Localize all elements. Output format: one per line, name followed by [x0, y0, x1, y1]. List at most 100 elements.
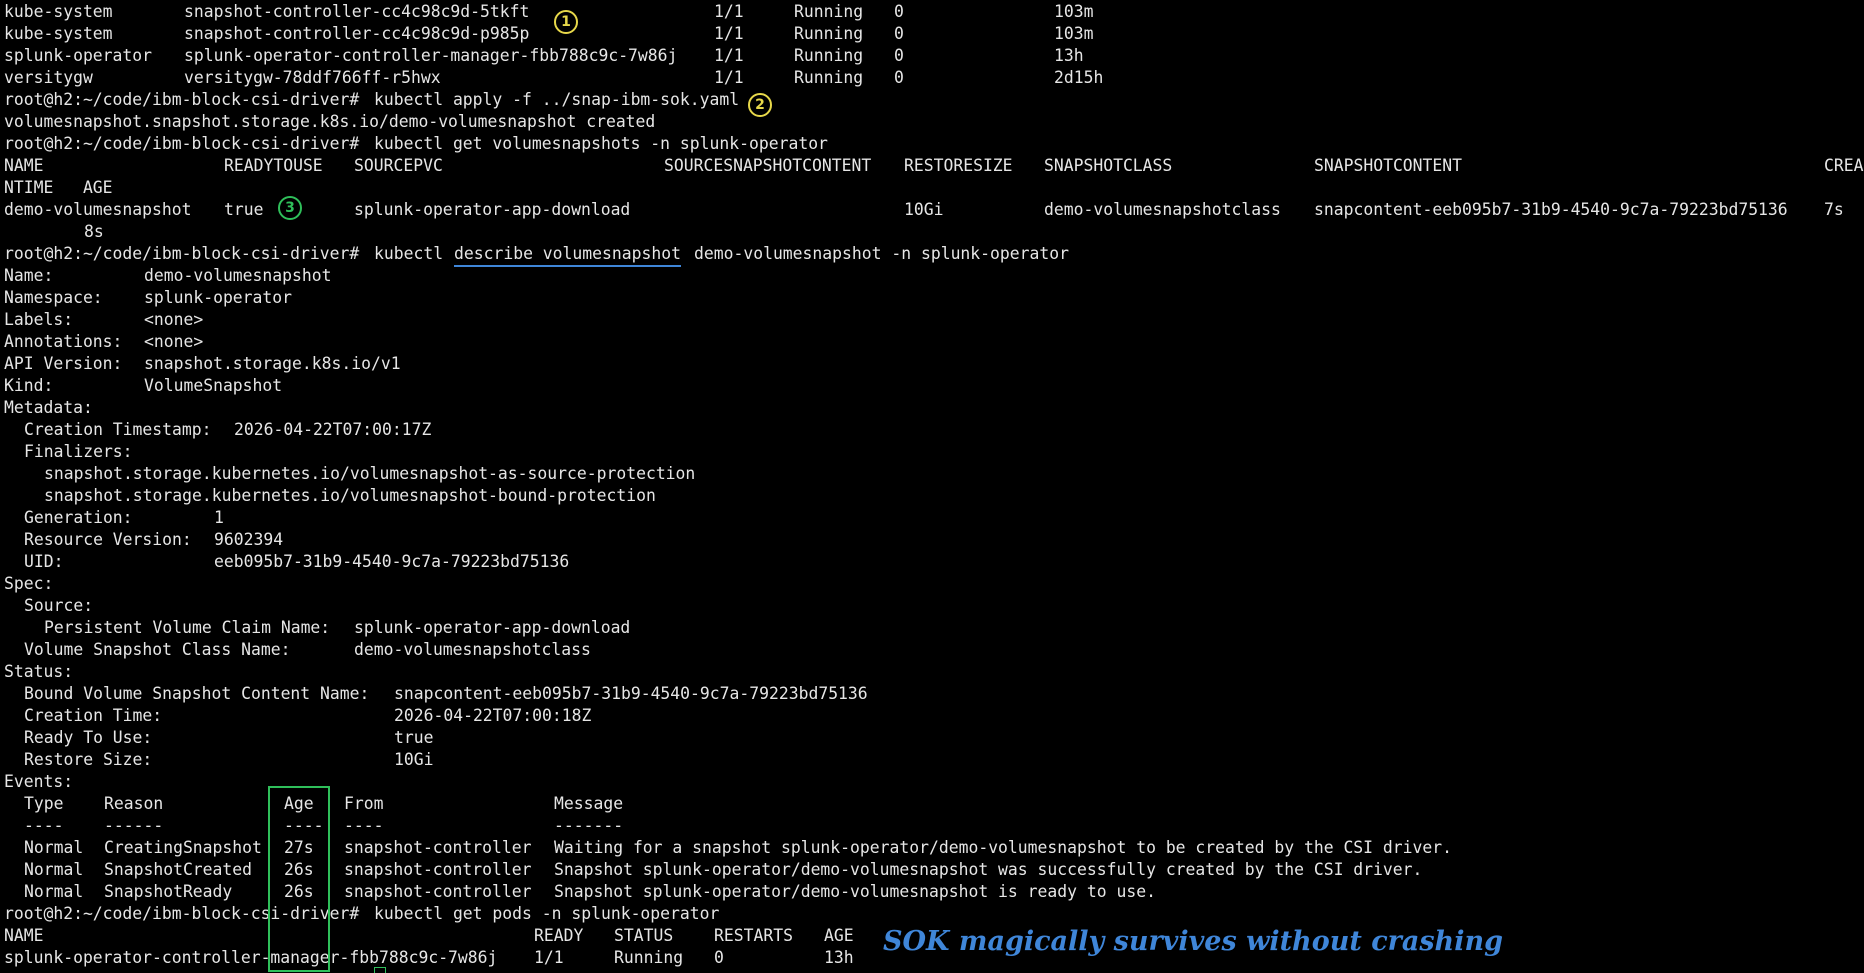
pod-name: versitygw-78ddf766ff-r5hwx	[184, 68, 441, 87]
describe-line: Status:	[4, 661, 1864, 683]
describe-key: Creation Time:	[24, 706, 163, 725]
describe-value: 2026-04-22T07:00:17Z	[234, 420, 432, 439]
pod-name: splunk-operator-controller-manager-fbb78…	[184, 46, 678, 65]
pod-namespace: kube-system	[4, 2, 113, 21]
pod-name: snapshot-controller-cc4c98c9d-5tkft	[184, 2, 530, 21]
pod-ready: 1/1	[714, 2, 744, 21]
describe-key: Finalizers:	[24, 442, 133, 461]
describe-key: Labels:	[4, 310, 74, 329]
shell-prompt: root@h2:~/code/ibm-block-csi-driver#	[4, 134, 360, 153]
describe-key: Metadata:	[4, 398, 93, 417]
describe-key: snapshot.storage.kubernetes.io/volumesna…	[44, 464, 696, 483]
event-message: Snapshot splunk-operator/demo-volumesnap…	[554, 882, 1156, 901]
describe-value: 10Gi	[394, 750, 434, 769]
command-text: kubectl apply -f ../snap-ibm-sok.yaml	[374, 90, 740, 109]
describe-key: UID:	[24, 552, 64, 571]
snapshot-class: demo-volumesnapshotclass	[1044, 200, 1281, 219]
events-column-header: Message	[554, 794, 624, 813]
describe-line: Spec:	[4, 573, 1864, 595]
snapshot-creationtime: 7s	[1824, 200, 1844, 219]
describe-line: Resource Version: 9602394	[4, 529, 1864, 551]
shell-prompt: root@h2:~/code/ibm-block-csi-driver#	[4, 244, 360, 263]
command-text: kubectl	[374, 244, 444, 263]
describe-line: Source:	[4, 595, 1864, 617]
describe-line: Volume Snapshot Class Name: demo-volumesn…	[4, 639, 1864, 661]
describe-key: Resource Version:	[24, 530, 192, 549]
pod-list-row: splunk-operator splunk-operator-controlle…	[4, 45, 1864, 67]
describe-line: snapshot.storage.kubernetes.io/volumesna…	[4, 463, 1864, 485]
pods-column-header: READY	[534, 926, 584, 945]
describe-line: UID: eeb095b7-31b9-4540-9c7a-79223bd75136	[4, 551, 1864, 573]
snapshot-content: snapcontent-eeb095b7-31b9-4540-9c7a-7922…	[1314, 200, 1788, 219]
pods-column-header: STATUS	[614, 926, 674, 945]
shell-prompt: root@h2:~/code/ibm-block-csi-driver#	[4, 90, 360, 109]
event-from: snapshot-controller	[344, 860, 532, 879]
event-from: snapshot-controller	[344, 882, 532, 901]
pod-age: 2d15h	[1054, 68, 1104, 87]
command-line: root@h2:~/code/ibm-block-csi-driver# kube…	[4, 243, 1864, 267]
describe-value: 2026-04-22T07:00:18Z	[394, 706, 592, 725]
step-marker-1: 1	[554, 10, 578, 34]
terminal-cursor	[374, 967, 386, 973]
describe-line: API Version: snapshot.storage.k8s.io/v1	[4, 353, 1864, 375]
events-column-header: Reason	[104, 794, 164, 813]
snapshot-restoresize: 10Gi	[904, 200, 944, 219]
command-line: root@h2:~/code/ibm-block-csi-driver# kube…	[4, 89, 1864, 111]
describe-line: snapshot.storage.kubernetes.io/volumesna…	[4, 485, 1864, 507]
describe-value: <none>	[144, 310, 204, 329]
step-marker-3: 3	[278, 196, 302, 220]
describe-value: splunk-operator	[144, 288, 293, 307]
describe-value: 1	[214, 508, 224, 527]
describe-value: true	[394, 728, 434, 747]
pod-restarts: 0	[894, 2, 904, 21]
pods-column-header: AGE	[824, 926, 854, 945]
describe-key: Volume Snapshot Class Name:	[24, 640, 291, 659]
event-type: Normal	[24, 860, 84, 879]
pod-restarts: 0	[894, 68, 904, 87]
snapshot-name: demo-volumesnapshot	[4, 200, 192, 219]
describe-value: demo-volumesnapshot	[144, 266, 332, 285]
describe-key: Ready To Use:	[24, 728, 153, 747]
event-from: snapshot-controller	[344, 838, 532, 857]
command-text-highlighted: describe volumesnapshot	[454, 243, 681, 267]
describe-value: <none>	[144, 332, 204, 351]
command-text: demo-volumesnapshot -n splunk-operator	[694, 244, 1069, 263]
pod-list-row: versitygw versitygw-78ddf766ff-r5hwx 1/1 Ru…	[4, 67, 1864, 89]
event-type: Normal	[24, 882, 84, 901]
snapshot-column-header: SOURCESNAPSHOTCONTENT	[664, 156, 872, 175]
event-age-highlight-box	[268, 786, 330, 972]
describe-value: snapcontent-eeb095b7-31b9-4540-9c7a-7922…	[394, 684, 868, 703]
snapshot-column-header: SOURCEPVC	[354, 156, 443, 175]
describe-value: snapshot.storage.k8s.io/v1	[144, 354, 401, 373]
describe-value: eeb095b7-31b9-4540-9c7a-79223bd75136	[214, 552, 570, 571]
snapshot-column-header: RESTORESIZE	[904, 156, 1013, 175]
describe-line: Namespace: splunk-operator	[4, 287, 1864, 309]
pod-status: Running	[794, 24, 864, 43]
describe-value: VolumeSnapshot	[144, 376, 283, 395]
pod-status: Running	[794, 68, 864, 87]
pod-status: Running	[794, 2, 864, 21]
event-reason: SnapshotCreated	[104, 860, 253, 879]
snapshot-sourcepvc: splunk-operator-app-download	[354, 200, 631, 219]
event-message: Waiting for a snapshot splunk-operator/d…	[554, 838, 1452, 857]
describe-key: snapshot.storage.kubernetes.io/volumesna…	[44, 486, 656, 505]
describe-key: Annotations:	[4, 332, 123, 351]
events-column-underline: ----	[344, 816, 384, 835]
describe-key: Spec:	[4, 574, 54, 593]
pods-column-header: NAME	[4, 926, 44, 945]
describe-key: Bound Volume Snapshot Content Name:	[24, 684, 370, 703]
pod-ready: 1/1	[714, 68, 744, 87]
describe-line: Ready To Use: true	[4, 727, 1864, 749]
pod-list-row: kube-system snapshot-controller-cc4c98c9d…	[4, 23, 1864, 45]
event-type: Normal	[24, 838, 84, 857]
pod-namespace: splunk-operator	[4, 46, 153, 65]
pod-ready: 1/1	[714, 24, 744, 43]
events-column-underline: ----	[24, 816, 64, 835]
describe-value: splunk-operator-app-download	[354, 618, 631, 637]
describe-line: Persistent Volume Claim Name: splunk-oper…	[4, 617, 1864, 639]
describe-line: Bound Volume Snapshot Content Name: snapc…	[4, 683, 1864, 705]
pod-list-row: kube-system snapshot-controller-cc4c98c9d…	[4, 1, 1864, 23]
describe-value: demo-volumesnapshotclass	[354, 640, 591, 659]
describe-key: Persistent Volume Claim Name:	[44, 618, 331, 637]
command-text: kubectl get pods -n splunk-operator	[374, 904, 720, 923]
